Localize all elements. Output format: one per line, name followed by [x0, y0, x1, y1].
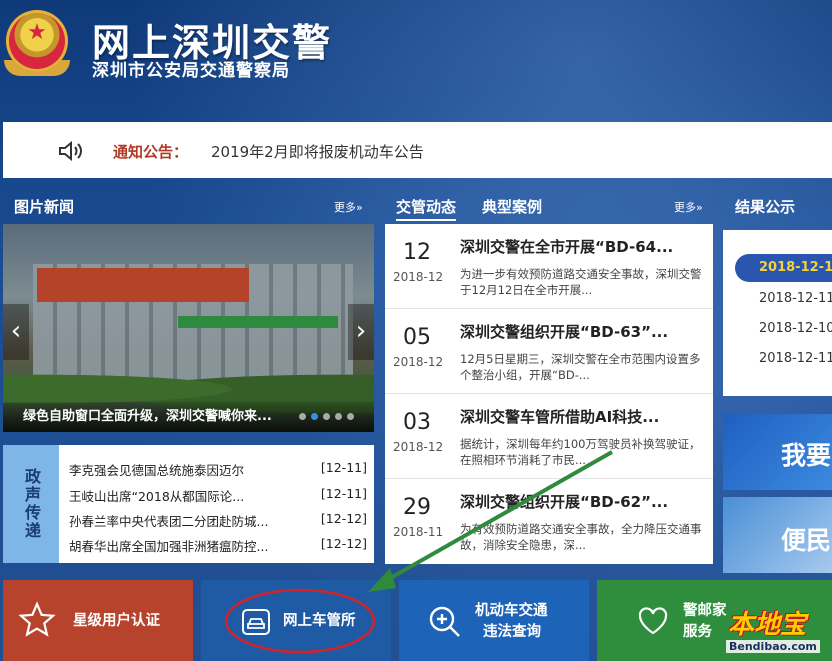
- news-day: 29: [403, 495, 431, 520]
- news-summary: 据统计，深圳每年约100万驾驶员补换驾驶证，在照相环节消耗了市民...: [460, 437, 701, 467]
- results-panel: 2018-12-12 2018-12-11 2018-12-10 2018-12…: [723, 230, 832, 396]
- tile-label-line2: 违法查询: [483, 624, 541, 640]
- gov-news-date: [12-12]: [320, 511, 367, 526]
- results-title: 结果公示: [735, 198, 796, 216]
- gov-news-tag: 政声传递: [3, 445, 59, 563]
- watermark-url: Bendibao.com: [726, 640, 820, 653]
- news-summary: 为有效预防道路交通安全事故，全力降压交通事故，消除安全隐患，深...: [460, 522, 702, 552]
- news-month: 2018-12: [393, 270, 444, 284]
- police-emblem-icon[interactable]: [6, 10, 68, 72]
- violation-query-tile[interactable]: 机动车交通 违法查询: [399, 580, 589, 661]
- slide-dot-active[interactable]: [311, 413, 318, 420]
- news-title[interactable]: 深圳交警车管所借助AI科技...: [460, 406, 659, 427]
- traffic-news-list: 12 2018-12 深圳交警在全市开展“BD-64... 为进一步有效预防道路…: [385, 224, 713, 564]
- news-title[interactable]: 深圳交警组织开展“BD-62”...: [460, 491, 668, 512]
- gov-news-panel: 政声传递 李克强会见德国总统施泰因迈尔 [12-11] 王岐山出席“2018从都…: [3, 445, 374, 563]
- watermark-logo: 本地宝 Bendibao.com: [708, 600, 832, 661]
- result-date-item[interactable]: 2018-12-10: [759, 321, 832, 336]
- slide-dot[interactable]: [335, 413, 342, 420]
- news-day: 05: [403, 325, 431, 350]
- star-icon: [18, 601, 56, 637]
- watermark-text: 本地宝: [728, 610, 807, 640]
- result-date-item[interactable]: 2018-12-11: [759, 291, 832, 306]
- gov-news-date: [12-11]: [320, 486, 367, 501]
- tile-label: 星级用户认证: [73, 613, 160, 629]
- news-summary: 12月5日星期三，深圳交警在全市范围内设置多个整治小组，开展“BD-...: [460, 352, 701, 382]
- news-day: 12: [403, 240, 431, 265]
- list-item[interactable]: 胡春华出席全国加强非洲猪瘟防控... [12-12]: [69, 536, 367, 555]
- prev-slide-button[interactable]: ‹: [3, 304, 29, 360]
- gov-news-date: [12-11]: [320, 460, 367, 475]
- online-vehicle-office-tile[interactable]: 网上车管所: [201, 580, 391, 661]
- site-subtitle: 深圳市公安局交通警察局: [92, 61, 290, 81]
- gov-news-title[interactable]: 李克强会见德国总统施泰因迈尔: [69, 463, 244, 478]
- news-title[interactable]: 深圳交警在全市开展“BD-64...: [460, 236, 673, 257]
- news-title[interactable]: 深圳交警组织开展“BD-63”...: [460, 321, 668, 342]
- star-user-auth-tile[interactable]: 星级用户认证: [3, 580, 193, 661]
- list-item[interactable]: 李克强会见德国总统施泰因迈尔 [12-11]: [69, 460, 367, 479]
- slide-image-sign: [178, 316, 338, 328]
- list-item[interactable]: 孙春兰率中央代表团二分团赴防城... [12-12]: [69, 511, 367, 530]
- notice-link[interactable]: 2019年2月即将报废机动车公告: [211, 141, 424, 162]
- promo-label: 便民: [781, 526, 832, 555]
- traffic-news-more-link[interactable]: 更多»: [674, 199, 703, 215]
- list-item[interactable]: 12 2018-12 深圳交警在全市开展“BD-64... 为进一步有效预防道路…: [385, 224, 713, 309]
- heart-icon: [638, 607, 668, 635]
- promo-label: 我要: [781, 441, 832, 470]
- gov-news-title[interactable]: 胡春华出席全国加强非洲猪瘟防控...: [69, 539, 268, 554]
- next-slide-button[interactable]: ›: [348, 304, 374, 360]
- tab-traffic-news[interactable]: 交管动态: [396, 196, 457, 221]
- photo-news-title: 图片新闻: [14, 198, 75, 216]
- tile-label: 网上车管所: [283, 613, 356, 629]
- list-item[interactable]: 王岐山出席“2018从都国际论... [12-11]: [69, 486, 367, 505]
- list-item[interactable]: 29 2018-11 深圳交警组织开展“BD-62”... 为有效预防道路交通安…: [385, 479, 713, 564]
- slide-dot[interactable]: [323, 413, 330, 420]
- tile-label-line1: 机动车交通: [475, 603, 548, 619]
- promo-banner-2[interactable]: 便民: [723, 497, 832, 573]
- news-month: 2018-11: [393, 525, 444, 539]
- result-date-item[interactable]: 2018-12-11: [759, 351, 832, 366]
- slide-dots: [299, 413, 354, 420]
- list-item[interactable]: 03 2018-12 深圳交警车管所借助AI科技... 据统计，深圳每年约100…: [385, 394, 713, 479]
- gov-news-date: [12-12]: [320, 536, 367, 551]
- car-icon: [242, 609, 270, 635]
- notice-label: 通知公告：: [113, 143, 189, 161]
- speaker-icon: [59, 140, 82, 162]
- notice-bar: 通知公告： 2019年2月即将报废机动车公告: [3, 122, 832, 178]
- news-month: 2018-12: [393, 440, 444, 454]
- slide-dot[interactable]: [347, 413, 354, 420]
- gov-news-title[interactable]: 孙春兰率中央代表团二分团赴防城...: [69, 514, 268, 529]
- slide-image-banner: [37, 268, 249, 302]
- photo-news-slideshow[interactable]: ‹ › 绿色自助窗口全面升级，深圳交警喊你来...: [3, 224, 374, 432]
- search-icon: [429, 606, 460, 637]
- site-header: 网上深圳交警 深圳市公安局交通警察局: [0, 0, 832, 122]
- list-item[interactable]: 05 2018-12 深圳交警组织开展“BD-63”... 12月5日星期三，深…: [385, 309, 713, 394]
- photo-news-more-link[interactable]: 更多»: [334, 199, 363, 215]
- slide-caption[interactable]: 绿色自助窗口全面升级，深圳交警喊你来...: [23, 405, 272, 424]
- news-summary: 为进一步有效预防道路交通安全事故，深圳交警于12月12日在全市开展...: [460, 267, 702, 297]
- gov-news-title[interactable]: 王岐山出席“2018从都国际论...: [69, 489, 244, 504]
- promo-banner-1[interactable]: 我要: [723, 414, 832, 490]
- news-month: 2018-12: [393, 355, 444, 369]
- result-date-item[interactable]: 2018-12-12: [759, 260, 832, 275]
- news-day: 03: [403, 410, 431, 435]
- slide-dot[interactable]: [299, 413, 306, 420]
- tab-typical-cases[interactable]: 典型案例: [482, 196, 542, 217]
